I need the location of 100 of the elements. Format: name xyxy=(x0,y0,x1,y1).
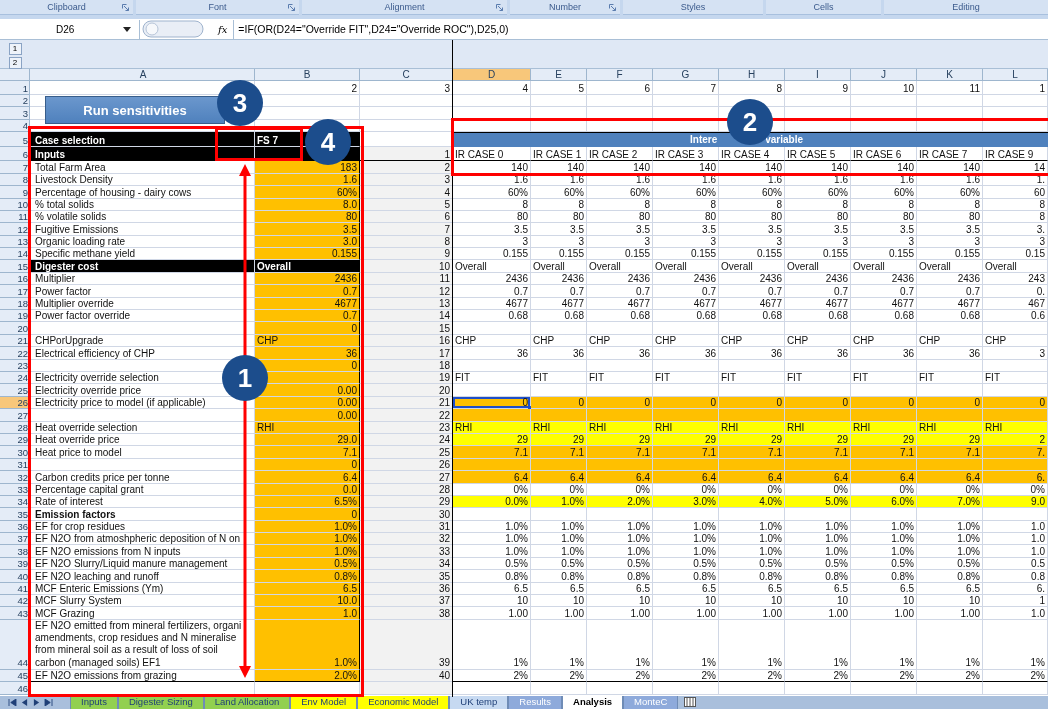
column-header[interactable]: J xyxy=(851,69,917,81)
row-header[interactable]: 42 xyxy=(0,595,30,608)
table-cell: 1.0% xyxy=(917,533,983,546)
column-header[interactable]: B xyxy=(255,69,360,81)
row-header[interactable]: 22 xyxy=(0,347,30,360)
table-cell: 3 xyxy=(587,235,653,249)
outline-level-button[interactable]: 1 xyxy=(8,43,22,55)
table-cell: 2436 xyxy=(653,272,719,286)
row-header[interactable]: 35 xyxy=(0,508,30,521)
table-cell xyxy=(719,384,785,397)
table-cell: IR CASE 5 xyxy=(785,146,851,162)
row-header[interactable]: 43 xyxy=(0,607,30,620)
row-header[interactable]: 40 xyxy=(0,570,30,583)
dialog-launcher-icon[interactable] xyxy=(122,4,129,11)
row-header[interactable]: 37 xyxy=(0,533,30,546)
table-cell: 0.68 xyxy=(851,310,917,323)
table-cell: EF N2O emissions from N inputs xyxy=(30,545,255,558)
table-cell: 1.0% xyxy=(785,533,851,546)
column-header[interactable]: L xyxy=(983,69,1048,81)
dialog-launcher-icon[interactable] xyxy=(609,4,616,11)
column-header[interactable]: D xyxy=(453,69,531,81)
table-cell xyxy=(531,508,587,521)
table-cell: 6. xyxy=(983,582,1048,596)
table-cell: 140 xyxy=(851,161,917,174)
outline-level-button[interactable]: 2 xyxy=(8,57,22,69)
row-header[interactable]: 2 xyxy=(0,95,30,108)
table-cell: Overall xyxy=(851,260,917,273)
sheet-tab[interactable]: Analysis xyxy=(562,696,624,709)
next-sheet-icon[interactable] xyxy=(32,699,41,707)
table-cell: 7 xyxy=(360,223,453,236)
column-header[interactable]: K xyxy=(917,69,983,81)
last-sheet-icon[interactable] xyxy=(44,699,53,707)
row-header[interactable]: 38 xyxy=(0,545,30,558)
table-cell: 1.00 xyxy=(785,607,851,620)
row-header[interactable]: 15 xyxy=(0,260,30,273)
table-cell: 6.4 xyxy=(851,471,917,484)
sheet-tab[interactable]: Economic Model xyxy=(357,696,450,709)
ribbon-group-label: Cells xyxy=(813,2,834,12)
table-cell xyxy=(785,95,851,108)
dialog-launcher-icon[interactable] xyxy=(496,4,503,11)
table-cell: 0.8 xyxy=(983,570,1048,583)
row-header[interactable]: 24 xyxy=(0,372,30,385)
table-cell: IR CASE 9 xyxy=(983,146,1048,162)
formula-field[interactable]: =IF(OR(D24="Override FIT",D24="Override ROC"),D25,0) xyxy=(233,19,1048,39)
row-header[interactable]: 19 xyxy=(0,310,30,323)
table-cell: 2% xyxy=(785,670,851,683)
table-cell: 27 xyxy=(360,471,453,484)
row-header[interactable]: 46 xyxy=(0,682,30,696)
row-header[interactable]: 5 xyxy=(0,132,30,147)
row-header[interactable]: 1 xyxy=(0,81,30,95)
table-cell xyxy=(983,359,1048,372)
column-header[interactable]: H xyxy=(719,69,785,81)
table-cell: 0 xyxy=(255,508,360,521)
table-cell: 2% xyxy=(917,670,983,683)
column-header[interactable]: E xyxy=(531,69,587,81)
table-cell: 0.8% xyxy=(785,570,851,583)
row-header[interactable]: 27 xyxy=(0,409,30,422)
row-header[interactable]: 45 xyxy=(0,670,30,683)
row-header[interactable]: 17 xyxy=(0,285,30,298)
previous-sheet-icon[interactable] xyxy=(20,699,29,707)
column-header[interactable]: C xyxy=(360,69,453,81)
insert-sheet-icon[interactable] xyxy=(684,697,697,708)
row-header[interactable]: 3 xyxy=(0,107,30,120)
select-all-corner[interactable] xyxy=(0,69,30,81)
row-header[interactable]: 14 xyxy=(0,248,30,261)
table-cell: 1.0% xyxy=(851,533,917,546)
table-cell: FIT xyxy=(653,372,719,385)
row-header[interactable]: 9 xyxy=(0,186,30,199)
row-header[interactable]: 32 xyxy=(0,471,30,484)
table-cell: 60% xyxy=(531,186,587,199)
column-header[interactable]: G xyxy=(653,69,719,81)
table-cell: 1.0% xyxy=(719,533,785,546)
row-header[interactable]: 7 xyxy=(0,161,30,174)
insert-function-button[interactable]: fx xyxy=(218,23,228,35)
row-header[interactable]: 25 xyxy=(0,384,30,397)
run-sensitivities-button[interactable]: Run sensitivities xyxy=(45,96,225,124)
sheet-tab[interactable]: UK temp xyxy=(449,696,509,709)
table-cell: 0.6 xyxy=(983,310,1048,323)
table-cell: 0% xyxy=(531,483,587,496)
column-header[interactable]: A xyxy=(30,69,255,81)
row-header[interactable]: 20 xyxy=(0,322,30,335)
column-header[interactable]: F xyxy=(587,69,653,81)
table-cell: 30 xyxy=(360,508,453,521)
first-sheet-icon[interactable] xyxy=(8,699,17,707)
resize-handle-icon[interactable] xyxy=(142,20,204,38)
table-cell: 8 xyxy=(587,198,653,211)
row-header[interactable]: 12 xyxy=(0,223,30,236)
table-cell: 3.5 xyxy=(851,223,917,236)
dialog-launcher-icon[interactable] xyxy=(288,4,295,11)
table-cell: EF for crop residues xyxy=(30,520,255,534)
table-cell xyxy=(785,384,851,397)
table-cell: 0.7 xyxy=(719,285,785,298)
column-header[interactable]: I xyxy=(785,69,851,81)
table-cell: 7. xyxy=(983,446,1048,459)
table-cell xyxy=(531,322,587,335)
row-header[interactable]: 30 xyxy=(0,446,30,459)
name-box[interactable]: D26 xyxy=(0,19,140,39)
table-cell: 1.0 xyxy=(983,533,1048,546)
table-cell: 0% xyxy=(917,483,983,496)
header-text: variable xyxy=(765,134,804,146)
